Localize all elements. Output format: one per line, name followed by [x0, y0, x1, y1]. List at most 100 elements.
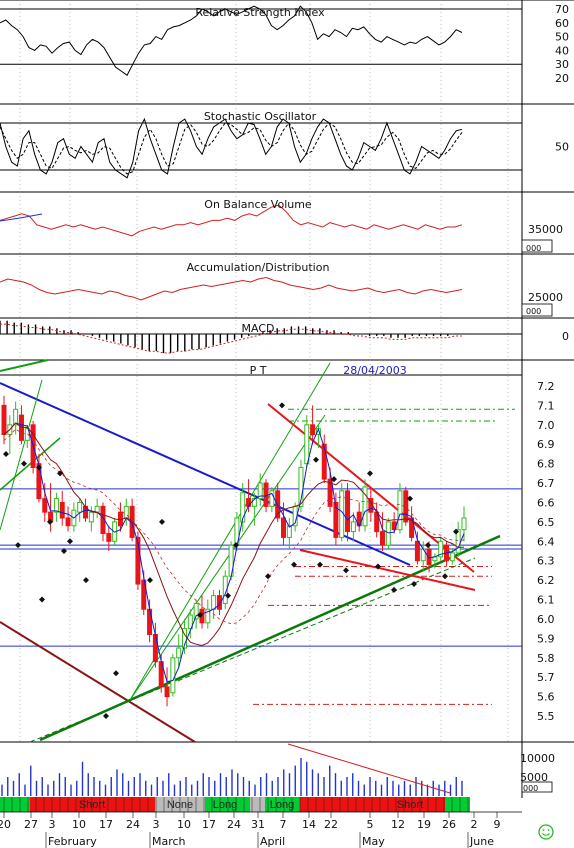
x-day-tick: 22	[324, 818, 338, 831]
price-ytick: 7.0	[537, 419, 555, 432]
signal-diamond	[265, 573, 271, 580]
candle-body	[414, 540, 420, 562]
candle-body	[211, 595, 217, 610]
signal-diamond	[15, 542, 21, 549]
signal-diamond	[21, 460, 27, 467]
ad-title: Accumulation/Distribution	[187, 261, 330, 274]
candle-body	[106, 533, 112, 542]
price-ytick: 6.2	[537, 574, 555, 587]
ad-ytick: 25000	[528, 291, 563, 304]
candle-body	[345, 490, 351, 533]
signal-diamond	[313, 456, 319, 463]
green-channel-line	[129, 362, 331, 701]
candle-body	[88, 511, 94, 523]
candle-body	[310, 424, 316, 436]
rsi-ytick: 30	[555, 58, 569, 71]
macd-title: MACD	[242, 322, 275, 335]
price-ytick: 7.2	[537, 380, 555, 393]
candle-body	[461, 517, 467, 531]
signal-band-label: Short	[79, 799, 105, 811]
signal-diamond	[113, 670, 119, 677]
candle-body	[350, 521, 356, 533]
moving-average-long	[3, 422, 465, 647]
x-day-tick: 17	[99, 818, 113, 831]
candle-body	[280, 517, 286, 538]
x-day-tick: 9	[494, 818, 501, 831]
signal-band-segment	[445, 797, 470, 812]
macd-signal-line	[0, 323, 462, 354]
candle-body	[164, 686, 170, 698]
x-day-tick: 3	[49, 818, 56, 831]
x-month-label: May	[362, 835, 385, 848]
rsi-ytick: 70	[555, 3, 569, 16]
price-ytick: 6.7	[537, 477, 555, 490]
candle-body	[176, 647, 182, 659]
x-day-tick: 7	[280, 818, 287, 831]
candle-body	[94, 505, 100, 513]
candle-body	[65, 517, 71, 527]
signal-band-label: None	[167, 799, 193, 811]
candle-body	[77, 501, 83, 513]
x-day-tick: 5	[367, 818, 374, 831]
price-ytick: 5.6	[537, 691, 555, 704]
candle-body	[379, 531, 385, 546]
candle-body	[304, 424, 310, 465]
x-day-tick: 17	[202, 818, 216, 831]
price-ytick: 5.5	[537, 710, 555, 723]
signal-diamond	[39, 596, 45, 603]
signal-diamond	[343, 567, 349, 574]
price-ytick: 5.9	[537, 632, 555, 645]
smiley-icon[interactable]	[538, 824, 554, 840]
signal-diamond	[391, 586, 397, 593]
x-day-tick: 10	[72, 818, 86, 831]
moving-average-short	[3, 422, 465, 683]
x-day-tick: 27	[24, 818, 38, 831]
candle-body	[321, 443, 327, 480]
x-day-tick: 24	[227, 818, 241, 831]
candle-body	[397, 490, 403, 531]
signal-diamond	[425, 542, 431, 549]
candle-body	[170, 657, 176, 694]
rsi-ytick: 40	[555, 44, 569, 57]
x-day-tick: 10	[177, 818, 191, 831]
obv-ytick: 35000	[528, 223, 563, 236]
candle-body	[263, 482, 269, 507]
rsi-title: Relative Strength Index	[195, 6, 325, 19]
x-day-tick: 20	[0, 818, 11, 831]
stochastic-ytick: 50	[555, 141, 569, 154]
green-short-line	[0, 437, 61, 491]
signal-diamond	[103, 713, 109, 719]
price-ytick: 6.8	[537, 458, 555, 471]
price-ytick: 5.7	[537, 671, 555, 684]
green-uptrend-line	[39, 534, 501, 742]
chart-panels: 706050403020507.27.17.06.96.86.76.66.56.…	[0, 3, 569, 848]
signal-diamond	[83, 577, 89, 584]
rsi-ytick: 50	[555, 31, 569, 44]
signal-diamond	[147, 577, 153, 584]
stochastic-k-line	[0, 117, 463, 179]
x-day-tick: 3	[153, 818, 160, 831]
signal-diamond	[159, 518, 165, 525]
signal-band-label: Long	[270, 799, 294, 811]
price-ytick: 6.1	[537, 594, 555, 607]
price-panel-date: 28/04/2003	[343, 364, 406, 377]
candle-body	[426, 548, 432, 566]
signal-band-segment	[0, 797, 30, 812]
obv-blue-segment	[0, 213, 43, 222]
price-ytick: 5.8	[537, 652, 555, 665]
obv-unit: 000	[526, 244, 541, 253]
stochastic-title: Stochastic Oscillator	[204, 110, 317, 123]
macd-ytick: 0	[562, 330, 569, 343]
candle-body	[59, 501, 65, 519]
x-day-tick: 19	[417, 818, 431, 831]
signal-diamond	[279, 402, 285, 409]
signal-band-label: Short	[397, 799, 423, 811]
x-day-tick: 2	[471, 818, 478, 831]
candle-body	[42, 498, 48, 513]
signal-diamond	[317, 561, 323, 568]
price-ytick: 6.5	[537, 516, 555, 529]
price-ytick: 6.9	[537, 438, 555, 451]
price-ytick: 6.3	[537, 555, 555, 568]
obv-title: On Balance Volume	[204, 198, 312, 211]
price-ytick: 7.1	[537, 399, 555, 412]
